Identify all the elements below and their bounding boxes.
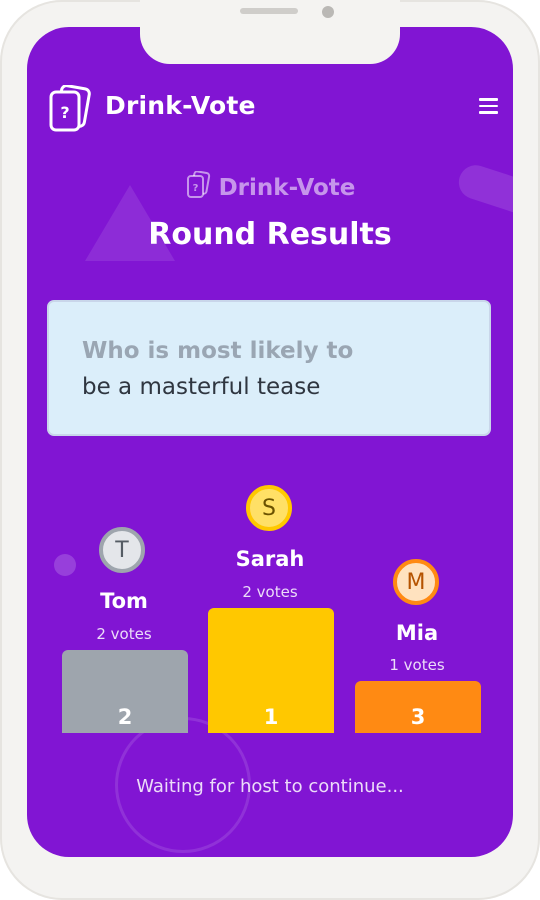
hamburger-menu-icon[interactable]	[479, 97, 501, 115]
avatar-initial: S	[262, 495, 276, 521]
rank-label: 1	[263, 705, 279, 729]
svg-text:?: ?	[192, 183, 198, 194]
player-name-sarah: Sarah	[235, 547, 305, 571]
avatar-tom: T	[99, 527, 145, 573]
phone-mockup: ? Drink-Vote ? Drink-Vote Round Results …	[0, 0, 540, 900]
podium-bar-tom: 2	[62, 650, 188, 733]
vote-count-mia: 1 votes	[389, 656, 445, 674]
app-screen: ? Drink-Vote ? Drink-Vote Round Results …	[27, 27, 513, 857]
brand-label: Drink-Vote	[218, 175, 356, 201]
avatar-initial: M	[406, 569, 426, 595]
player-name-tom: Tom	[100, 589, 148, 613]
player-name-mia: Mia	[395, 621, 439, 645]
app-title: Drink-Vote	[105, 91, 256, 120]
question-text: be a masterful tease	[82, 374, 321, 400]
avatar-mia: M	[393, 559, 439, 605]
avatar-sarah: S	[246, 485, 292, 531]
svg-text:?: ?	[60, 103, 69, 122]
avatar-initial: T	[115, 537, 129, 563]
vote-count-sarah: 2 votes	[242, 583, 298, 601]
podium-bar-mia: 3	[355, 681, 481, 733]
speaker-grille	[240, 8, 298, 14]
page-title: Round Results	[148, 217, 392, 252]
cards-question-icon: ?	[49, 85, 91, 132]
rank-label: 3	[410, 705, 426, 729]
vote-count-tom: 2 votes	[96, 625, 152, 643]
cards-question-icon: ?	[186, 171, 210, 198]
phone-notch	[140, 0, 400, 64]
question-prefix: Who is most likely to	[82, 338, 354, 364]
front-camera	[322, 6, 334, 18]
waiting-status: Waiting for host to continue...	[136, 776, 404, 797]
rank-label: 2	[117, 705, 133, 729]
podium-bar-sarah: 1	[208, 608, 334, 733]
decorative-dot	[54, 554, 76, 576]
question-card: Who is most likely to be a masterful tea…	[47, 300, 491, 436]
brand-heading: ? Drink-Vote	[27, 171, 513, 201]
